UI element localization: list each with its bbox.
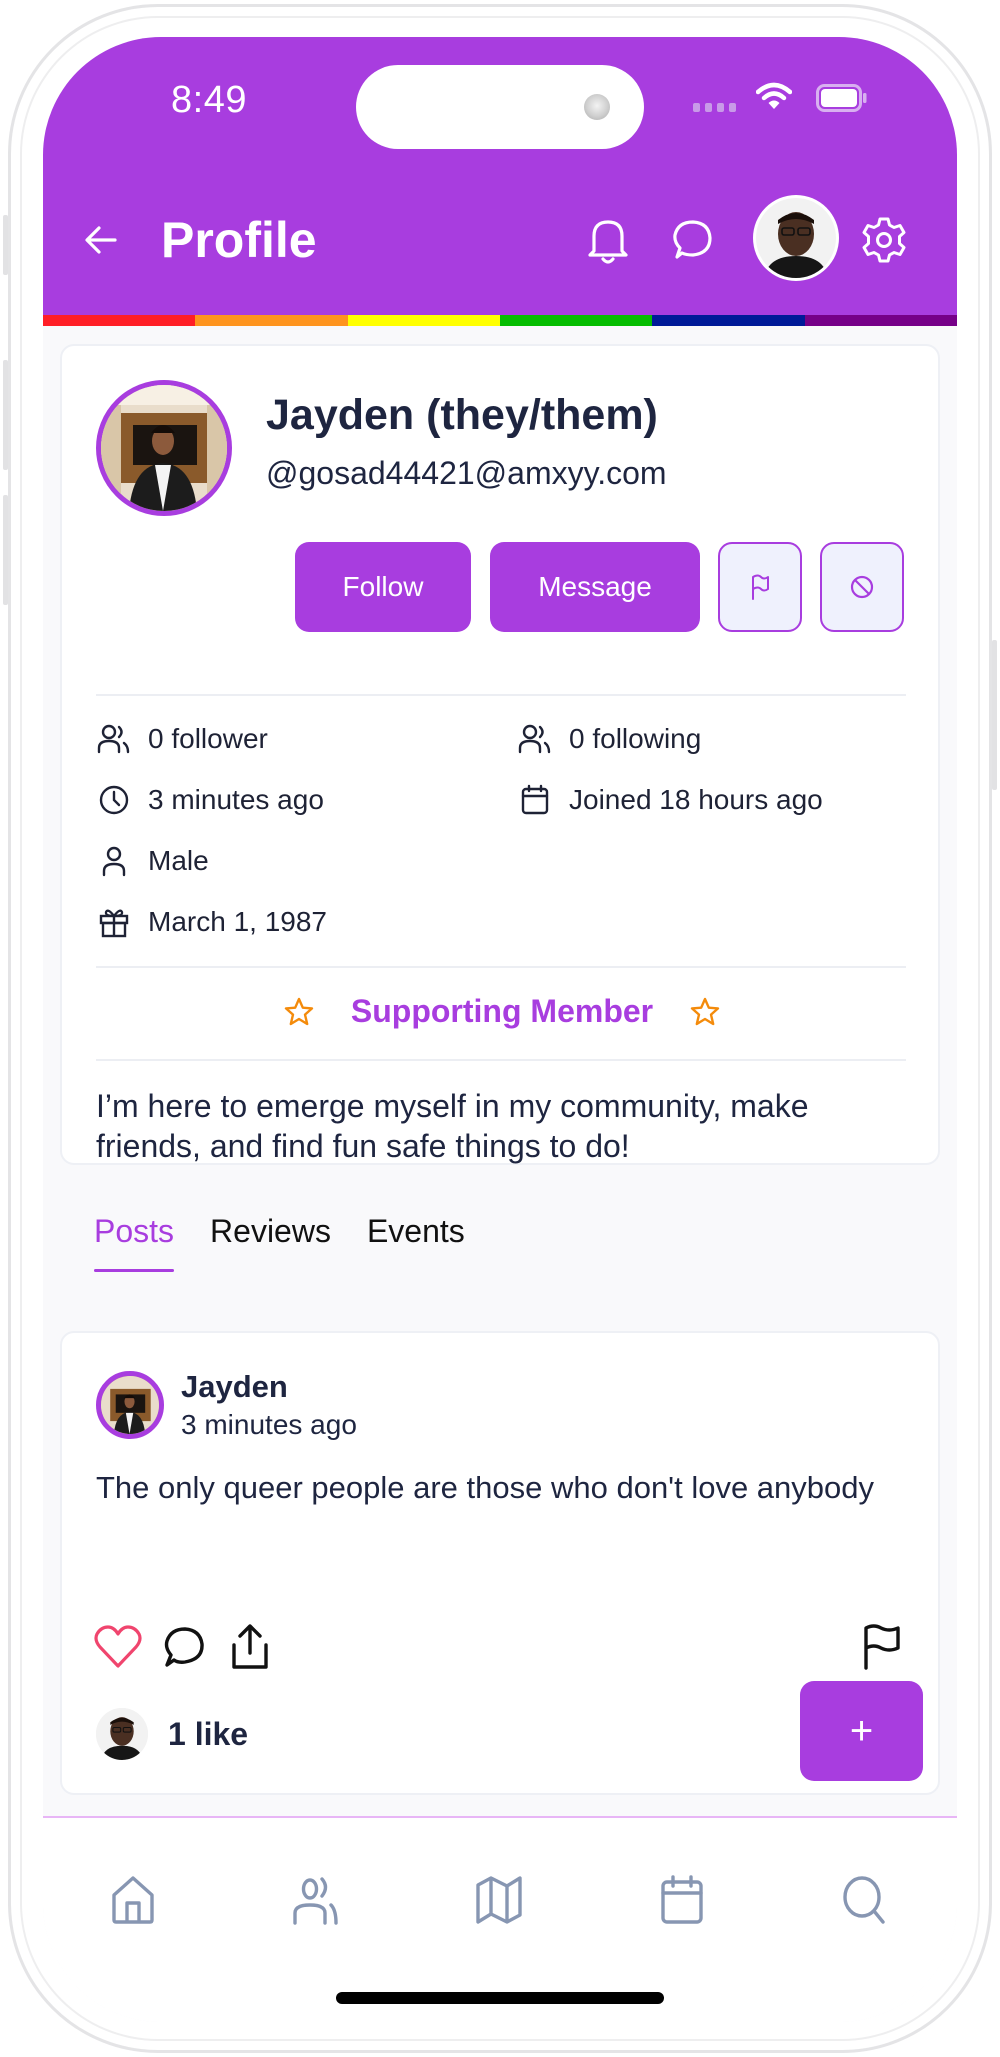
star-icon	[690, 997, 720, 1025]
block-icon	[850, 575, 874, 599]
app-screen: 8:49 Profile Jayden (they/them) @gosad44…	[43, 37, 957, 2022]
report-post-button[interactable]	[856, 1621, 908, 1673]
nav-events[interactable]	[650, 1868, 714, 1932]
profile-bio: I’m here to emerge myself in my communit…	[96, 1088, 809, 1164]
chat-bubble-icon	[164, 1627, 204, 1667]
mute-switch	[3, 215, 8, 275]
nav-community[interactable]	[284, 1868, 348, 1932]
home-indicator[interactable]	[336, 1992, 664, 2004]
flag-icon	[864, 1624, 900, 1670]
heart-icon	[94, 1625, 142, 1668]
divider-bottom-badge	[96, 1059, 906, 1061]
profile-tabs: Posts Reviews Events	[94, 1213, 465, 1272]
post-author[interactable]: Jayden	[181, 1369, 288, 1405]
user-icon	[96, 843, 132, 879]
like-count: 1 like	[168, 1715, 249, 1752]
page-title: Profile	[161, 212, 317, 268]
gender: Male	[96, 843, 209, 879]
following-count[interactable]: 0 following	[517, 721, 701, 757]
followers-count[interactable]: 0 follower	[96, 721, 268, 757]
back-button[interactable]	[77, 216, 125, 264]
profile-name: Jayden (they/them)	[266, 391, 658, 439]
user-avatar	[756, 198, 836, 278]
volume-up-button	[3, 360, 8, 470]
app-header: 8:49 Profile	[43, 37, 957, 315]
gift-icon	[96, 904, 132, 940]
dynamic-island	[356, 65, 644, 149]
clock-icon	[96, 782, 132, 818]
like-button[interactable]	[92, 1621, 144, 1673]
users-icon	[293, 1877, 338, 1925]
post-time: 3 minutes ago	[181, 1409, 357, 1440]
notifications-button[interactable]	[581, 213, 635, 267]
users-icon	[96, 721, 132, 757]
divider-top-badge	[96, 966, 906, 968]
power-button	[992, 640, 997, 790]
divider	[96, 694, 906, 696]
camera-icon	[584, 94, 610, 120]
joined-date: Joined 18 hours ago	[517, 782, 823, 818]
star-icon	[284, 997, 314, 1025]
message-button[interactable]: Message	[490, 542, 700, 632]
calendar-icon	[661, 1875, 703, 1924]
map-icon	[476, 1876, 522, 1924]
comment-button[interactable]	[158, 1621, 210, 1673]
back-arrow-icon	[85, 226, 117, 254]
wifi-icon	[756, 82, 792, 109]
profile-avatar[interactable]	[96, 380, 232, 516]
status-time: 8:49	[171, 79, 247, 121]
current-user-avatar[interactable]	[753, 195, 839, 281]
search-icon	[843, 1876, 885, 1924]
home-icon	[112, 1876, 154, 1924]
cellular-signal-icon	[693, 103, 736, 112]
tab-posts[interactable]: Posts	[94, 1213, 175, 1272]
tab-reviews[interactable]: Reviews	[210, 1213, 331, 1272]
followers-text: 0 follower	[148, 723, 268, 754]
users-icon	[517, 721, 553, 757]
last-active-text: 3 minutes ago	[148, 784, 324, 815]
gender-text: Male	[148, 845, 209, 876]
battery-icon	[816, 84, 867, 112]
birthday: March 1, 1987	[96, 904, 327, 940]
bell-icon	[588, 220, 628, 264]
follow-button[interactable]: Follow	[295, 542, 471, 632]
nav-search[interactable]	[833, 1868, 897, 1932]
tab-events[interactable]: Events	[367, 1213, 465, 1272]
post-text: The only queer people are those who don'…	[96, 1470, 875, 1505]
supporting-member-badge: Supporting Member	[62, 993, 942, 1030]
settings-button[interactable]	[857, 213, 911, 267]
post-author-avatar[interactable]	[96, 1371, 164, 1439]
nav-map[interactable]	[467, 1868, 531, 1932]
gear-icon	[862, 217, 906, 263]
flag-icon	[752, 574, 769, 600]
create-post-button[interactable]: +	[800, 1681, 923, 1781]
calendar-icon	[517, 782, 553, 818]
joined-text: Joined 18 hours ago	[569, 784, 823, 815]
profile-handle: @gosad44421@amxyy.com	[266, 455, 667, 491]
last-active: 3 minutes ago	[96, 782, 324, 818]
block-button[interactable]	[820, 542, 904, 632]
profile-card: Jayden (they/them) @gosad44421@amxyy.com…	[60, 344, 940, 1165]
nav-home[interactable]	[101, 1868, 165, 1932]
volume-down-button	[3, 495, 8, 605]
likes-summary[interactable]: 1 like	[96, 1708, 248, 1760]
report-button[interactable]	[718, 542, 802, 632]
badge-label: Supporting Member	[350, 993, 654, 1029]
share-button[interactable]	[224, 1621, 276, 1673]
pride-rainbow-bar	[43, 315, 957, 326]
following-text: 0 following	[569, 723, 702, 754]
birthday-text: March 1, 1987	[148, 906, 327, 937]
share-icon	[232, 1624, 268, 1669]
liker-avatar	[96, 1708, 148, 1760]
